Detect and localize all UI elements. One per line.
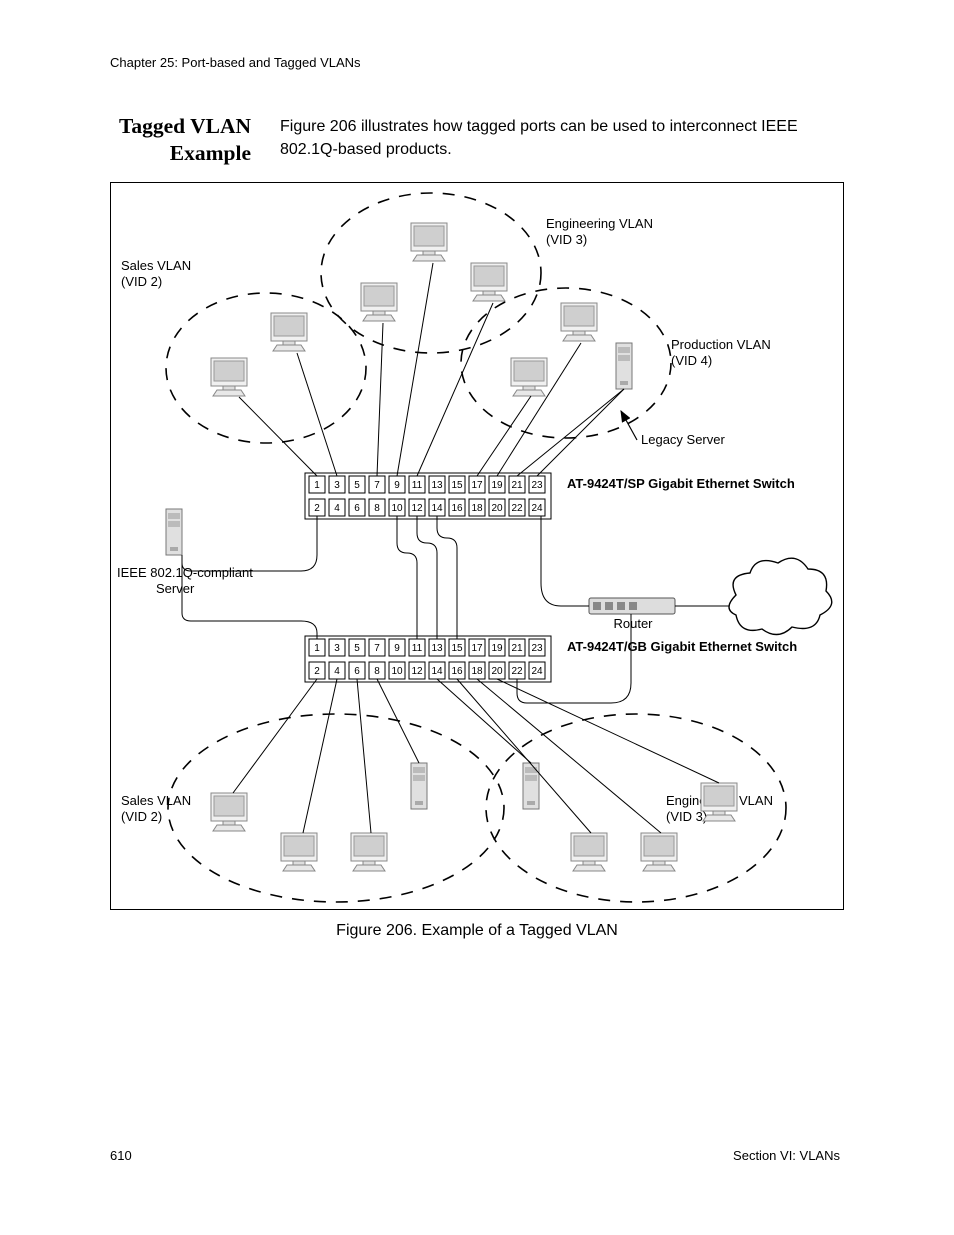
switch-1: 1 3 5 7 9 11 13 15 17 19 21 23 bbox=[305, 473, 551, 519]
svg-text:21: 21 bbox=[511, 643, 523, 654]
label-prod-l2: (VID 4) bbox=[671, 353, 712, 368]
chapter-header: Chapter 25: Port-based and Tagged VLANs bbox=[110, 55, 840, 70]
svg-text:5: 5 bbox=[354, 480, 360, 491]
sales-top-pc-1 bbox=[211, 358, 247, 396]
svg-text:8: 8 bbox=[374, 666, 380, 677]
svg-text:9: 9 bbox=[394, 643, 400, 654]
svg-text:24: 24 bbox=[531, 666, 543, 677]
footer-section: Section VI: VLANs bbox=[733, 1148, 840, 1163]
svg-text:23: 23 bbox=[531, 643, 543, 654]
svg-text:19: 19 bbox=[491, 480, 503, 491]
router-icon bbox=[589, 598, 675, 614]
svg-text:22: 22 bbox=[511, 666, 523, 677]
eng-bot-pc-2 bbox=[641, 833, 677, 871]
svg-text:3: 3 bbox=[334, 643, 340, 654]
svg-text:7: 7 bbox=[374, 480, 380, 491]
svg-text:16: 16 bbox=[451, 503, 463, 514]
svg-text:1: 1 bbox=[314, 643, 320, 654]
svg-text:6: 6 bbox=[354, 666, 360, 677]
prod-pc-1 bbox=[511, 358, 547, 396]
eng-bot-pc-1 bbox=[571, 833, 607, 871]
label-sales-bot-l2: (VID 2) bbox=[121, 809, 162, 824]
label-sales-top-l1: Sales VLAN bbox=[121, 258, 191, 273]
label-switch2: AT-9424T/GB Gigabit Ethernet Switch bbox=[567, 639, 797, 654]
svg-text:13: 13 bbox=[431, 480, 443, 491]
eng-bot-pc-3 bbox=[701, 783, 737, 821]
label-legacy: Legacy Server bbox=[641, 432, 725, 447]
label-router: Router bbox=[613, 616, 653, 631]
label-ieee-l1: IEEE 802.1Q-compliant bbox=[117, 565, 253, 580]
svg-text:8: 8 bbox=[374, 503, 380, 514]
ieee-server-icon bbox=[166, 509, 182, 555]
figure-206: Sales VLAN (VID 2) Engineering VLAN (VID… bbox=[110, 182, 844, 910]
footer-page-number: 610 bbox=[110, 1148, 132, 1163]
switch-2: 1 3 5 7 9 11 13 15 17 19 21 23 bbox=[305, 636, 551, 682]
svg-text:15: 15 bbox=[451, 480, 463, 491]
svg-text:7: 7 bbox=[374, 643, 380, 654]
section-heading: Tagged VLAN Example bbox=[51, 113, 251, 167]
svg-text:12: 12 bbox=[411, 666, 423, 677]
svg-text:4: 4 bbox=[334, 666, 340, 677]
svg-text:16: 16 bbox=[451, 666, 463, 677]
svg-text:21: 21 bbox=[511, 480, 523, 491]
svg-text:10: 10 bbox=[391, 503, 403, 514]
svg-text:4: 4 bbox=[334, 503, 340, 514]
label-eng-top-l2: (VID 3) bbox=[546, 232, 587, 247]
heading-line2: Example bbox=[170, 141, 251, 165]
eng-top-pc-3 bbox=[471, 263, 507, 301]
heading-line1: Tagged VLAN bbox=[119, 114, 251, 138]
sales-bot-tower bbox=[411, 763, 427, 809]
svg-text:23: 23 bbox=[531, 480, 543, 491]
svg-text:5: 5 bbox=[354, 643, 360, 654]
label-prod-l1: Production VLAN bbox=[671, 337, 771, 352]
svg-text:13: 13 bbox=[431, 643, 443, 654]
wan-cloud-icon bbox=[729, 558, 832, 634]
svg-text:2: 2 bbox=[314, 666, 320, 677]
svg-text:11: 11 bbox=[412, 643, 423, 654]
svg-text:15: 15 bbox=[451, 643, 463, 654]
document-page: Chapter 25: Port-based and Tagged VLANs … bbox=[0, 0, 954, 1235]
label-ieee-l2: Server bbox=[156, 581, 195, 596]
svg-text:17: 17 bbox=[471, 480, 483, 491]
sales-top-pc-2 bbox=[271, 313, 307, 351]
legacy-server-icon bbox=[616, 343, 632, 389]
svg-text:22: 22 bbox=[511, 503, 523, 514]
body-paragraph: Figure 206 illustrates how tagged ports … bbox=[280, 115, 840, 161]
svg-text:19: 19 bbox=[491, 643, 503, 654]
svg-text:11: 11 bbox=[412, 480, 423, 491]
eng-top-pc-1 bbox=[361, 283, 397, 321]
svg-text:20: 20 bbox=[491, 666, 503, 677]
label-sales-top-l2: (VID 2) bbox=[121, 274, 162, 289]
svg-text:14: 14 bbox=[431, 503, 443, 514]
figure-caption: Figure 206. Example of a Tagged VLAN bbox=[0, 922, 954, 940]
sales-bot-pc-1 bbox=[211, 793, 247, 831]
svg-text:20: 20 bbox=[491, 503, 503, 514]
svg-text:17: 17 bbox=[471, 643, 483, 654]
svg-text:12: 12 bbox=[411, 503, 423, 514]
svg-text:10: 10 bbox=[391, 666, 403, 677]
svg-text:18: 18 bbox=[471, 666, 483, 677]
sales-bot-pc-2 bbox=[281, 833, 317, 871]
label-eng-top-l1: Engineering VLAN bbox=[546, 216, 653, 231]
label-sales-bot-l1: Sales VLAN bbox=[121, 793, 191, 808]
svg-text:14: 14 bbox=[431, 666, 443, 677]
svg-text:3: 3 bbox=[334, 480, 340, 491]
svg-text:6: 6 bbox=[354, 503, 360, 514]
svg-text:1: 1 bbox=[314, 480, 320, 491]
sales-vlan-top-ellipse bbox=[166, 293, 366, 443]
prod-pc-2 bbox=[561, 303, 597, 341]
svg-text:9: 9 bbox=[394, 480, 400, 491]
label-switch1: AT-9424T/SP Gigabit Ethernet Switch bbox=[567, 476, 795, 491]
svg-text:24: 24 bbox=[531, 503, 543, 514]
legacy-leader bbox=[621, 411, 637, 440]
sales-bot-pc-3 bbox=[351, 833, 387, 871]
switch1-to-router bbox=[541, 516, 589, 606]
svg-text:2: 2 bbox=[314, 503, 320, 514]
svg-text:18: 18 bbox=[471, 503, 483, 514]
eng-top-pc-2 bbox=[411, 223, 447, 261]
vlan-diagram: Sales VLAN (VID 2) Engineering VLAN (VID… bbox=[111, 183, 843, 909]
